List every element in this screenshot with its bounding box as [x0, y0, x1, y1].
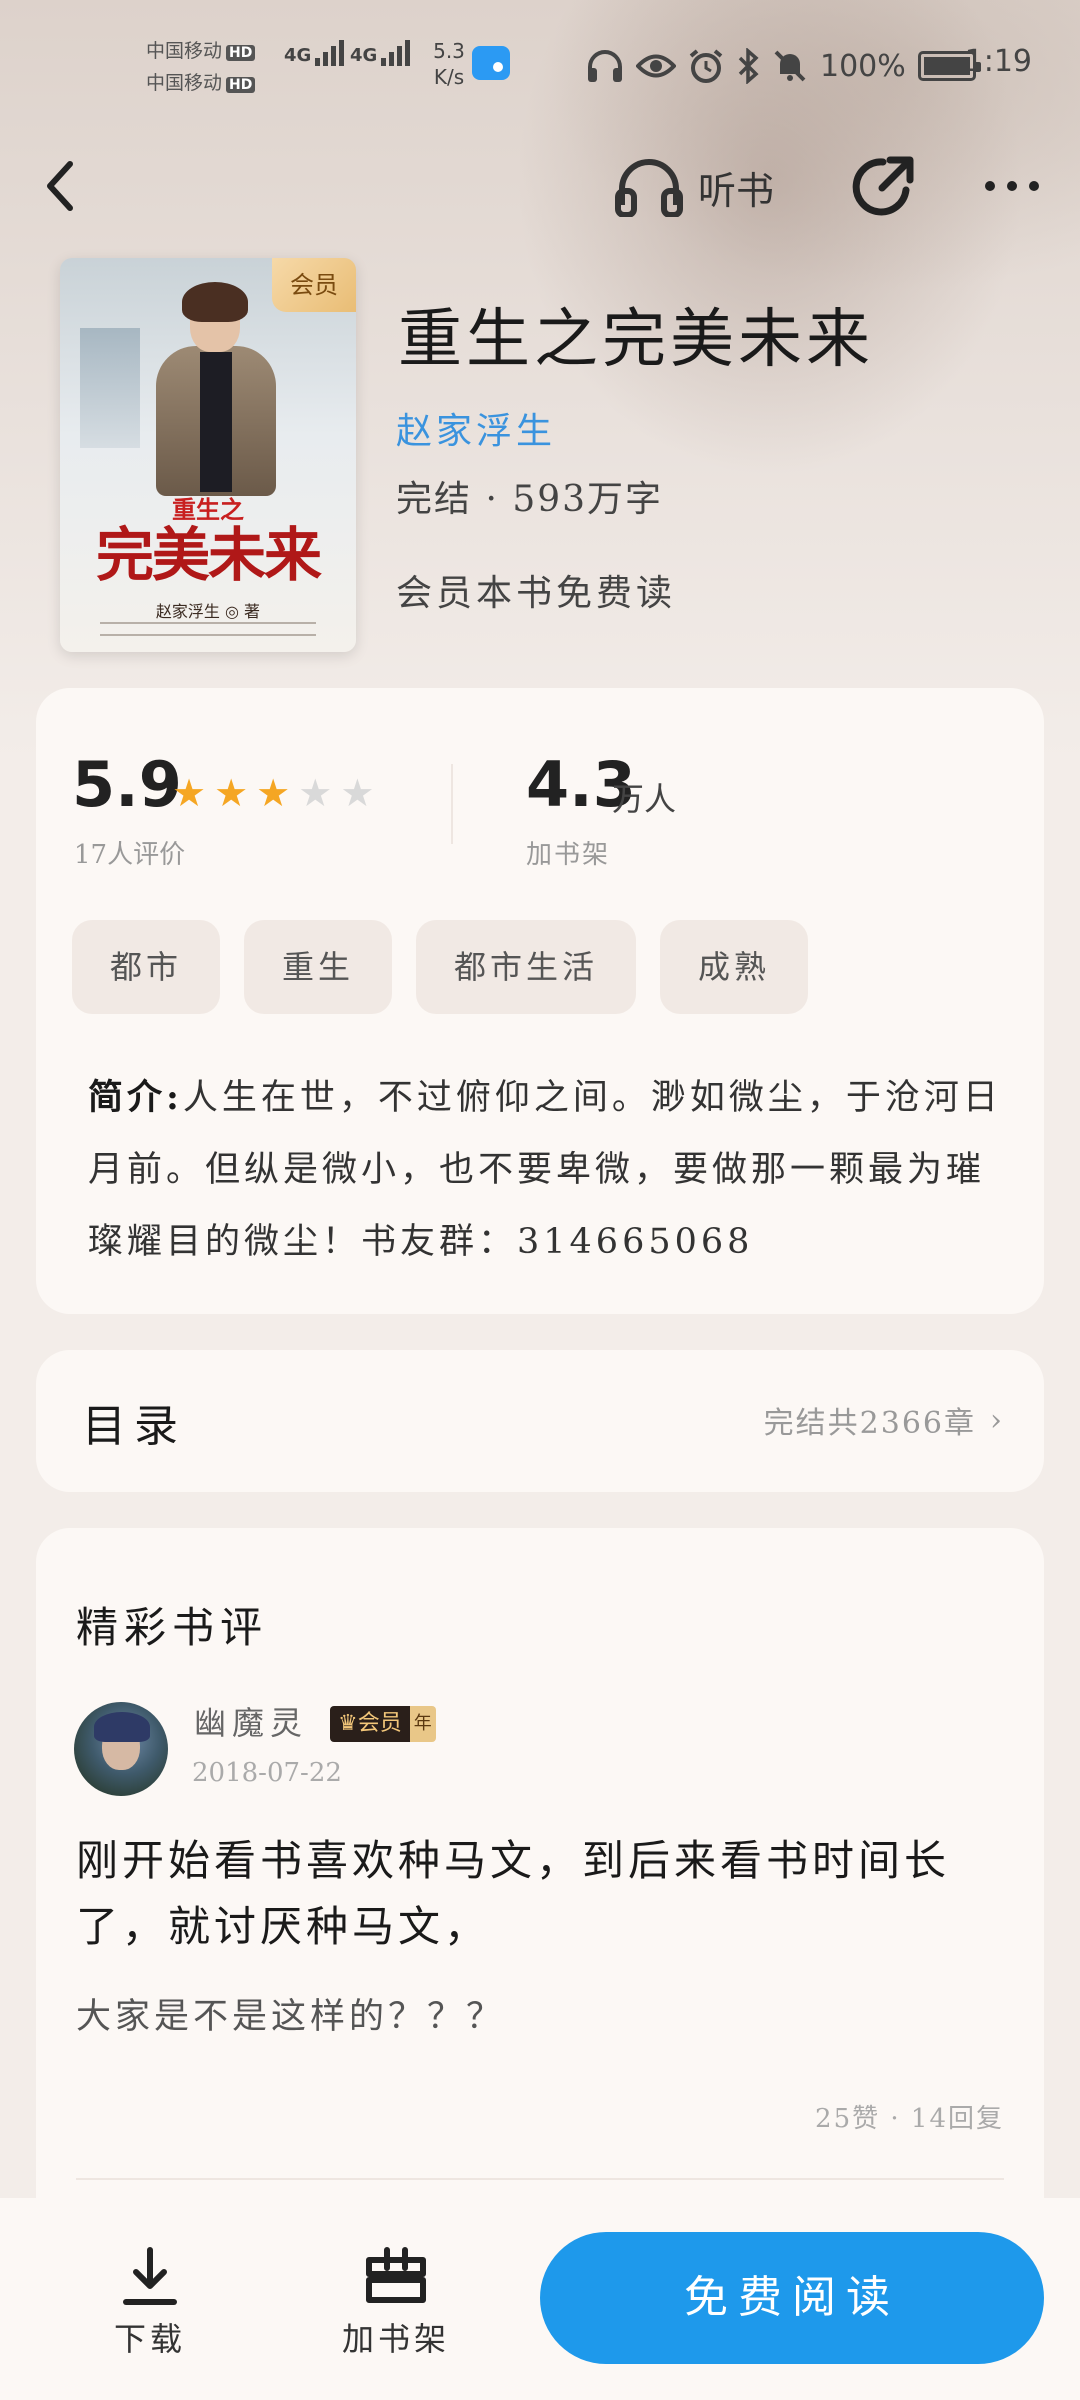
synopsis-label: 简介: — [88, 1077, 183, 1118]
cover-title: 完美未来 — [95, 521, 322, 589]
synopsis[interactable]: 简介:人生在世，不过俯仰之间。渺如微尘，于沧河日月前。但纵是微小，也不要卑微，要… — [88, 1062, 1008, 1278]
cover-background — [80, 328, 140, 448]
add-to-shelf-label: 加书架 — [341, 2320, 450, 2358]
review-divider — [76, 2178, 1004, 2180]
vip-free-note: 会员本书免费读 — [396, 573, 677, 614]
alarm-icon — [689, 49, 723, 83]
vip-year-label: 年 — [409, 1706, 436, 1742]
synopsis-text: 人生在世，不过俯仰之间。渺如微尘，于沧河日月前。但纵是微小，也不要卑微，要做那一… — [88, 1078, 1002, 1262]
reviewer-name[interactable]: 幽魔灵 — [194, 1698, 308, 1744]
rating-count[interactable]: 17人评价 — [74, 834, 185, 871]
download-button[interactable]: 下载 — [90, 2246, 210, 2360]
avatar[interactable] — [74, 1702, 168, 1796]
free-read-button[interactable]: 免费阅读 — [540, 2232, 1044, 2364]
carrier-2: 中国移动 HD — [146, 68, 256, 95]
toc-meta: 完结共2366章 › — [764, 1398, 1004, 1442]
battery-percent: 100% — [820, 48, 906, 84]
status-bar: 中国移动 HD 中国移动 HD 4G 4G 5.3 K/s 100% 1:19 — [0, 0, 1080, 130]
book-title: 重生之完美未来 — [398, 303, 874, 377]
star-icon: ★ — [172, 771, 207, 815]
cover-blurb-lines — [100, 622, 316, 636]
shelf-label: 加书架 — [526, 840, 611, 870]
signal-1: 4G — [284, 40, 347, 66]
star-icon: ★ — [340, 771, 375, 815]
book-cover[interactable]: 会员 重生之 完美未来 赵家浮生 ◎ 著 — [60, 258, 356, 652]
review-date: 2018-07-22 — [192, 1758, 342, 1788]
add-to-shelf-button[interactable]: 加书架 — [336, 2246, 456, 2360]
carrier-1: 中国移动 HD — [146, 36, 256, 63]
headphones-icon — [588, 50, 622, 82]
star-icon: ★ — [298, 771, 333, 815]
tag-chip[interactable]: 成熟 — [660, 920, 809, 1014]
rating-score: 5.9 — [72, 748, 182, 821]
star-icon: ★ — [214, 771, 249, 815]
review-body[interactable]: 大家是不是这样的？？？ — [76, 1988, 1016, 2039]
eye-icon — [636, 54, 676, 78]
tag-chip[interactable]: 重生 — [244, 920, 393, 1014]
signal-2: 4G — [350, 40, 413, 66]
back-icon[interactable] — [40, 156, 84, 216]
bottom-action-bar: 下载 加书架 免费阅读 — [0, 2198, 1080, 2400]
tag-chip[interactable]: 都市生活 — [416, 920, 637, 1014]
review-stats: 25赞 · 14回复 — [815, 2104, 1004, 2134]
cover-author: 赵家浮生 ◎ 著 — [155, 602, 261, 621]
download-label: 下载 — [113, 2320, 186, 2358]
headphones-icon — [615, 159, 683, 217]
table-of-contents-row[interactable]: 目录 完结共2366章 › — [36, 1350, 1044, 1492]
review-title[interactable]: 刚开始看书喜欢种马文，到后来看书时间长了，就讨厌种马文， — [76, 1828, 1016, 1960]
listen-label: 听书 — [698, 168, 775, 213]
add-to-shelf-icon — [366, 2247, 426, 2303]
shelf-unit: 万人 — [612, 780, 677, 818]
rating-stars: ★ ★ ★ ★ ★ — [172, 774, 374, 812]
system-icons: 100% — [586, 40, 981, 92]
more-icon[interactable] — [980, 166, 1044, 206]
toc-label: 目录 — [82, 1401, 186, 1452]
star-icon: ★ — [256, 771, 291, 815]
net-speed: 5.3 K/s — [433, 39, 465, 89]
tag-chip[interactable]: 都市 — [72, 920, 221, 1014]
cover-figure — [156, 282, 276, 496]
author-link[interactable]: 赵家浮生 — [396, 402, 556, 454]
book-status: 完结 · 593万字 — [396, 479, 664, 520]
listen-button[interactable]: 听书 — [614, 150, 774, 224]
chevron-right-icon: › — [990, 1402, 1004, 1438]
crown-vip-label: ♛会员 — [330, 1706, 410, 1742]
mute-bell-icon — [774, 50, 806, 82]
book-info-card: 5.9 ★ ★ ★ ★ ★ 17人评价 4.3 万人 加书架 都市 重生 都市生活 成熟… — [36, 688, 1044, 1314]
bluetooth-icon — [738, 48, 759, 84]
download-icon — [123, 2247, 177, 2305]
share-icon[interactable] — [846, 150, 920, 224]
stats-divider — [451, 764, 453, 844]
app-notification-icon — [472, 46, 510, 80]
cover-vip-badge: 会员 — [272, 258, 356, 312]
chapter-count: 完结共2366章 — [763, 1406, 976, 1441]
clock: 1:19 — [964, 44, 1032, 79]
tag-list: 都市 重生 都市生活 成熟 — [72, 920, 809, 1014]
reviews-heading: 精彩书评 — [76, 1603, 269, 1652]
vip-year-badge: ♛会员 年 — [330, 1706, 436, 1742]
